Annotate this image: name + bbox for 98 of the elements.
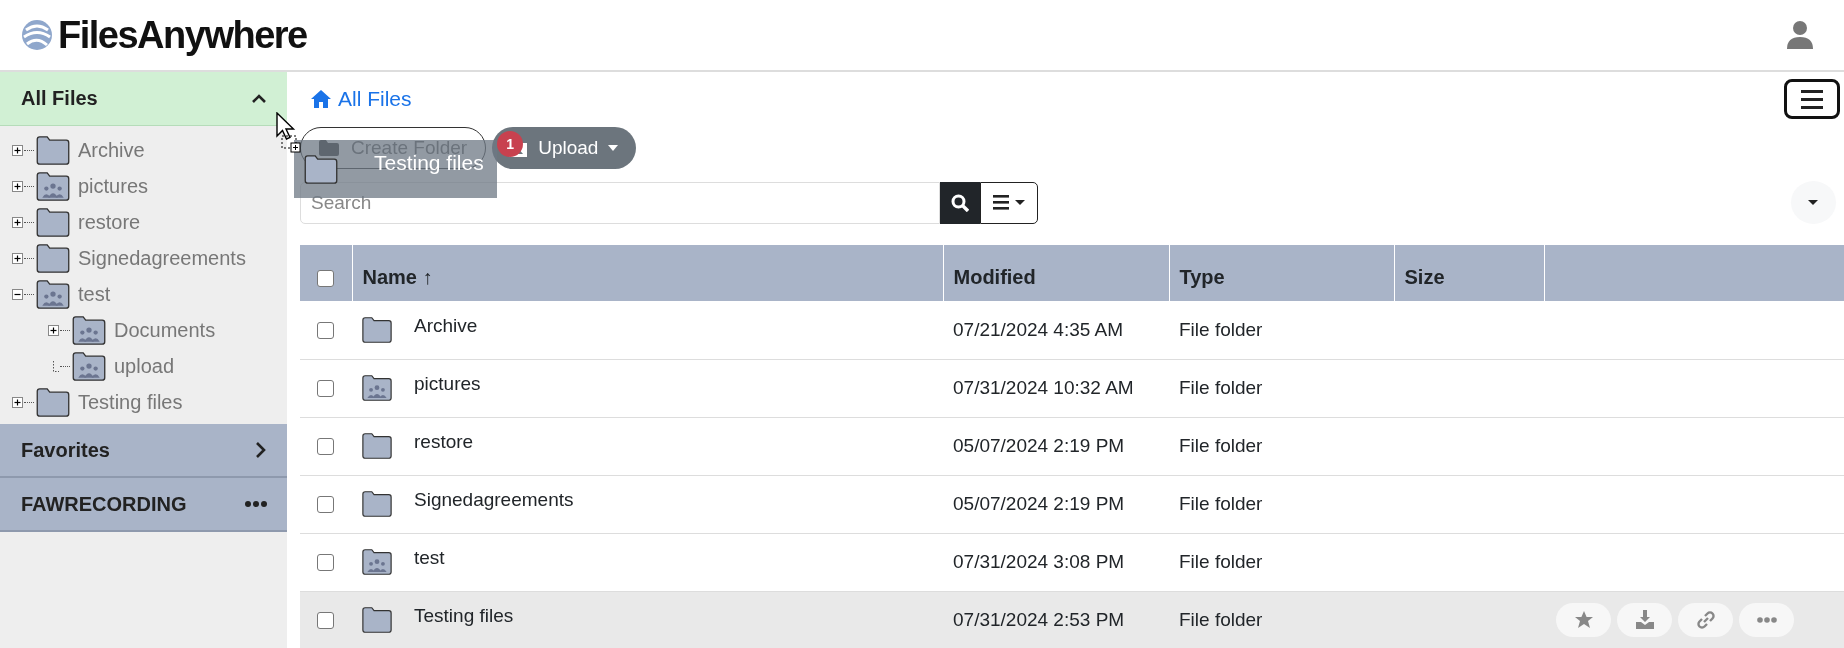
file-name[interactable]: pictures	[414, 373, 481, 395]
shared-folder-icon	[362, 549, 392, 575]
shared-folder-icon	[36, 171, 70, 201]
folder-icon	[362, 607, 392, 633]
folder-icon	[362, 316, 392, 343]
table-row[interactable]: Signedagreements 05/07/2024 2:19 PM File folder	[300, 475, 1844, 533]
logo: FilesAnywhere	[58, 13, 307, 57]
expand-icon[interactable]	[11, 180, 23, 192]
tree-item[interactable]: Testing files	[78, 390, 183, 414]
more-button[interactable]	[1739, 603, 1794, 637]
menu-icon	[1800, 89, 1823, 109]
tree-item[interactable]: test	[78, 282, 111, 306]
row-checkbox[interactable]	[317, 322, 334, 340]
shared-folder-icon	[72, 315, 106, 345]
expand-icon[interactable]	[11, 252, 23, 264]
row-checkbox[interactable]	[317, 496, 334, 514]
expand-icon[interactable]	[11, 144, 23, 156]
table-row[interactable]: test 07/31/2024 3:08 PM File folder	[300, 533, 1844, 591]
row-checkbox[interactable]	[317, 612, 334, 630]
table-row[interactable]: restore 05/07/2024 2:19 PM File folder	[300, 417, 1844, 475]
column-header[interactable]: Name ↑	[352, 245, 943, 301]
expand-icon[interactable]	[47, 324, 59, 336]
section-title: All Files	[21, 87, 98, 110]
search-button[interactable]	[940, 181, 980, 224]
section-title: FAWRECORDING	[21, 492, 187, 516]
row-checkbox[interactable]	[317, 438, 334, 456]
select-all-checkbox[interactable]	[317, 269, 334, 287]
table-cell: File folder	[1169, 301, 1394, 359]
table-cell: 07/21/2024 4:35 AM	[943, 301, 1169, 359]
table-cell: 05/07/2024 2:19 PM	[943, 417, 1169, 475]
shared-folder-icon	[362, 375, 392, 401]
shared-folder-icon	[36, 279, 70, 309]
column-header[interactable]: Type	[1169, 245, 1394, 301]
table-row[interactable]: Testing files 07/31/2024 2:53 PM File folder	[300, 591, 1844, 648]
table-cell: File folder	[1169, 359, 1394, 417]
list-icon	[993, 195, 1009, 210]
folder-icon	[304, 154, 338, 184]
sidebar-section[interactable]: FAWRECORDING	[0, 478, 287, 532]
file-name[interactable]: Archive	[414, 314, 478, 337]
file-name[interactable]: test	[414, 547, 445, 569]
row-checkbox[interactable]	[317, 380, 334, 398]
folder-icon	[36, 387, 70, 417]
star-icon	[1573, 610, 1594, 630]
folder-icon	[36, 207, 70, 237]
home-icon	[310, 89, 332, 109]
table-cell: 07/31/2024 2:53 PM	[943, 591, 1169, 648]
caret-icon	[1015, 200, 1025, 205]
table-cell: File folder	[1169, 475, 1394, 533]
table-cell: 07/31/2024 10:32 AM	[943, 359, 1169, 417]
folder-icon	[362, 491, 392, 517]
folder-icon	[362, 433, 392, 459]
tree-item[interactable]: restore	[78, 210, 141, 234]
tree-item[interactable]: Archive	[78, 138, 145, 162]
menu-button[interactable]	[1783, 79, 1840, 119]
collapse-icon[interactable]	[11, 288, 23, 300]
globe-logo-icon	[20, 18, 54, 52]
expand-icon[interactable]	[11, 396, 23, 408]
file-name[interactable]: Signedagreements	[414, 489, 574, 511]
download-button[interactable]	[1617, 603, 1672, 637]
shared-folder-icon	[72, 351, 106, 381]
drag-cursor-icon	[276, 112, 301, 153]
table-cell: File folder	[1169, 591, 1394, 648]
row-checkbox[interactable]	[317, 554, 334, 572]
section-title: Favorites	[21, 438, 110, 462]
sidebar-section[interactable]: Favorites	[0, 424, 287, 478]
tree-item[interactable]: Documents	[114, 318, 216, 342]
tree-item[interactable]: pictures	[78, 174, 149, 198]
expand-icon[interactable]	[11, 216, 23, 228]
file-name[interactable]: Testing files	[414, 605, 514, 627]
table-row[interactable]: Archive 07/21/2024 4:35 AM File folder	[300, 301, 1844, 359]
user-icon[interactable]	[1786, 20, 1814, 50]
table-row[interactable]: pictures 07/31/2024 10:32 AM File folder	[300, 359, 1844, 417]
drag-label: Testing files	[374, 151, 484, 175]
favorite-button[interactable]	[1556, 603, 1611, 637]
more-icon[interactable]	[245, 501, 267, 507]
chevron-right-icon[interactable]	[253, 441, 267, 459]
link-icon	[1695, 610, 1716, 630]
upload-button[interactable]: 1 Upload	[492, 127, 637, 169]
folder-icon	[36, 135, 70, 165]
tree-item[interactable]: upload	[114, 354, 175, 378]
tree-item[interactable]: Signedagreements	[78, 246, 246, 270]
breadcrumb-link[interactable]: All Files	[310, 87, 412, 111]
column-header[interactable]: Size	[1394, 245, 1544, 301]
table-cell: File folder	[1169, 417, 1394, 475]
download-icon	[1634, 610, 1655, 630]
sidebar-section[interactable]: All Files	[0, 72, 287, 126]
table-cell: 07/31/2024 3:08 PM	[943, 533, 1169, 591]
folder-icon	[36, 243, 70, 273]
caret-icon	[608, 145, 619, 151]
caret-icon	[1808, 200, 1818, 205]
file-name[interactable]: restore	[414, 431, 474, 453]
table-cell: File folder	[1169, 533, 1394, 591]
search-icon	[951, 193, 969, 212]
link-button[interactable]	[1678, 603, 1733, 637]
view-menu-button[interactable]	[980, 181, 1038, 224]
notification-badge: 1	[497, 131, 524, 157]
table-cell: 05/07/2024 2:19 PM	[943, 475, 1169, 533]
column-header[interactable]: Modified	[943, 245, 1169, 301]
